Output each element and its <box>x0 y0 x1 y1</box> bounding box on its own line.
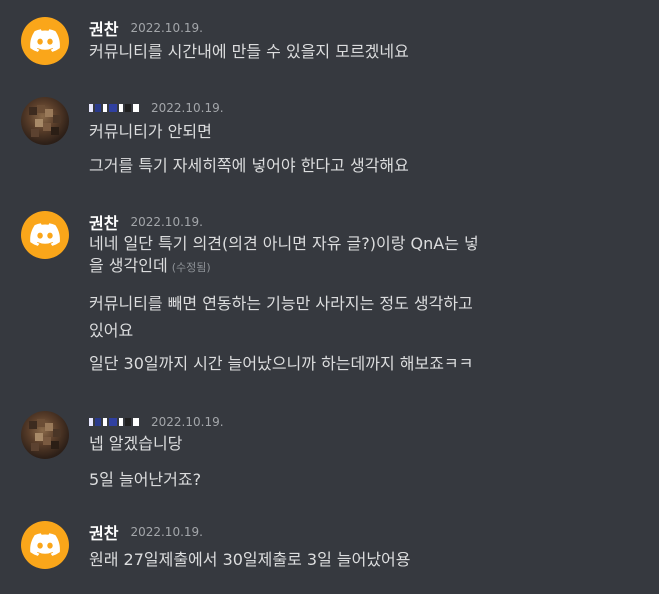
discord-logo-icon <box>30 29 60 52</box>
message-text: 네네 일단 특기 의견(의견 아니면 자유 글?)이랑 QnA는 넣 <box>89 234 479 253</box>
username[interactable]: 권찬 <box>89 520 118 544</box>
message-text: 있어요 <box>89 321 134 340</box>
message-text-fragment: 을 생각인데 <box>89 256 168 275</box>
message-text: 그거를 특기 자세히쪽에 넣어야 한다고 생각해요 <box>89 156 409 175</box>
username[interactable] <box>89 415 141 429</box>
avatar[interactable] <box>21 97 69 145</box>
chat-log: 권찬 2022.10.19. 커뮤니티를 시간내에 만들 수 있을지 모르겠네요 <box>0 0 659 594</box>
message-header: 권찬 2022.10.19. <box>89 211 203 233</box>
message-header: 권찬 2022.10.19. <box>89 521 203 543</box>
message-text: 원래 27일제출에서 30일제출로 3일 늘어났어용 <box>89 550 411 569</box>
username[interactable]: 권찬 <box>89 210 118 234</box>
message-text: 넵 알겠습니당 <box>89 434 183 453</box>
avatar[interactable] <box>21 411 69 459</box>
message-text: 일단 30일까지 시간 늘어났으니까 하는데까지 해보죠ㅋㅋ <box>89 354 474 373</box>
avatar[interactable] <box>21 211 69 259</box>
timestamp: 2022.10.19. <box>130 215 203 229</box>
timestamp: 2022.10.19. <box>151 415 224 429</box>
message-text: 커뮤니티를 시간내에 만들 수 있을지 모르겠네요 <box>89 42 409 61</box>
timestamp: 2022.10.19. <box>130 21 203 35</box>
edited-label: (수정됨) <box>171 261 211 274</box>
message-header: 2022.10.19. <box>89 411 224 433</box>
discord-logo-icon <box>30 223 60 246</box>
discord-logo-icon <box>30 533 60 556</box>
message-text: 5일 늘어난거죠? <box>89 470 202 489</box>
message-text: 을 생각인데 (수정됨) <box>89 255 211 279</box>
message-text: 커뮤니티를 빼면 연동하는 기능만 사라지는 정도 생각하고 <box>89 294 473 313</box>
message-text: 커뮤니티가 안되면 <box>89 122 212 141</box>
username[interactable]: 권찬 <box>89 16 118 40</box>
message-header: 2022.10.19. <box>89 97 224 119</box>
message-header: 권찬 2022.10.19. <box>89 17 203 39</box>
username[interactable] <box>89 101 141 115</box>
timestamp: 2022.10.19. <box>151 101 224 115</box>
avatar[interactable] <box>21 17 69 65</box>
timestamp: 2022.10.19. <box>130 525 203 539</box>
avatar[interactable] <box>21 521 69 569</box>
